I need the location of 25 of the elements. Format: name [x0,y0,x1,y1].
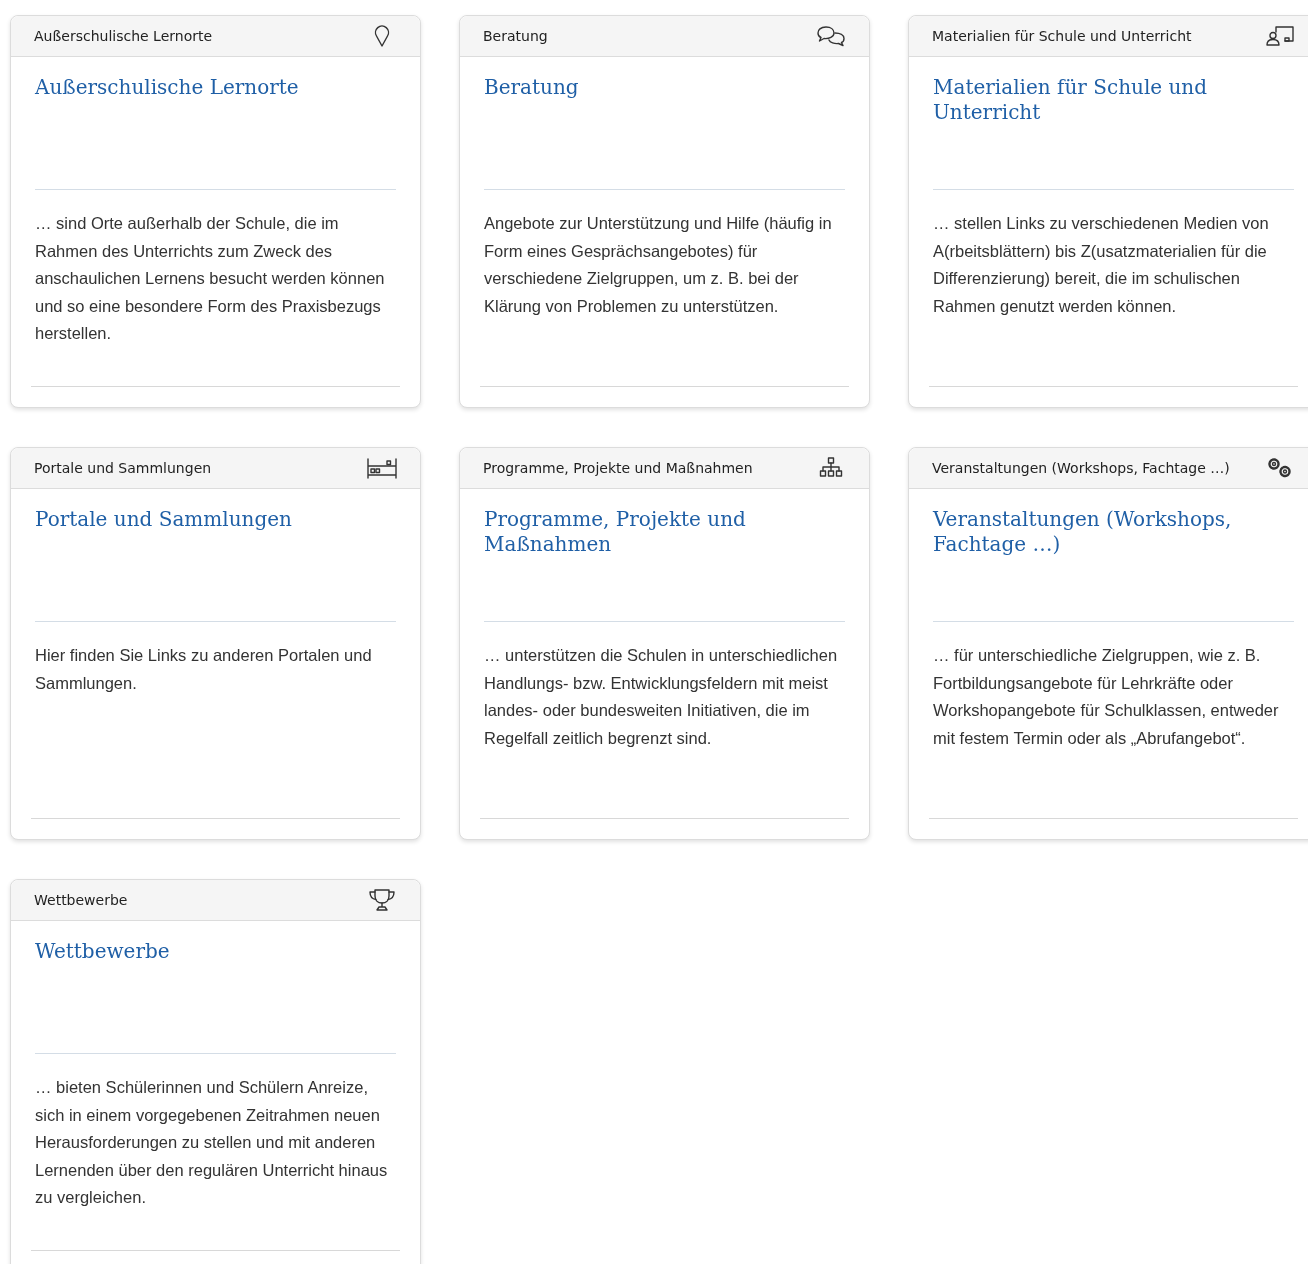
card-title-link[interactable]: Veranstaltungen (Workshops, Fachtage …) [933,507,1294,557]
card-category: Portale und Sammlungen [34,460,212,476]
card-category: Programme, Projekte und Maßnahmen [483,460,753,476]
card-description: … stellen Links zu verschiedenen Medien von A(rbeitsblättern) bis Z(usatzmaterialien für die Differenzierung) bereit, die im schulischen Rahmen genutzt werden können. [933,213,1270,317]
card-description: Hier finden Sie Links zu anderen Portalen und Sammlungen. [35,645,373,694]
person-at-board-icon [1264,23,1296,49]
card-title-link[interactable]: Wettbewerbe [35,939,170,964]
card-title-link[interactable]: Beratung [484,75,579,100]
card-category: Wettbewerbe [34,892,128,908]
card-category: Außerschulische Lernorte [34,28,213,44]
card-title-link[interactable]: Materialien für Schule und Unterricht [933,75,1294,125]
card-description: Angebote zur Unterstützung und Hilfe (häufig in Form eines Gesprächsangebotes) für verschiedene Zielgruppen, um z. B. bei der Klärung von Problemen zu unterstützen. [484,213,833,317]
speech-bubbles-icon [815,23,847,49]
card-title-link[interactable]: Portale und Sammlungen [35,507,292,532]
card-description: … sind Orte außerhalb der Schule, die im Rahmen des Unterrichts zum Zweck des anschaulichen Lernens besucht werden können und so eine besondere Form des Praxisbezugs herstellen. [35,213,386,344]
card-title-link[interactable]: Außerschulische Lernorte [35,75,299,100]
card-description: … unterstützen die Schulen in unterschiedlichen Handlungs- bzw. Entwicklungsfeldern mit meist landes- oder bundesweiten Initiativen, die im Regelfall zeitlich begrenzt sind. [484,645,839,749]
card-category: Materialien für Schule und Unterricht [932,28,1192,44]
card-category: Beratung [483,28,548,44]
card-description: … für unterschiedliche Zielgruppen, wie z. B. Fortbildungsangebote für Lehrkräfte oder Workshopangebote für Schulklassen, entweder mit festem Termin oder als „Abrufangebot“. [933,645,1280,749]
card-category: Veranstaltungen (Workshops, Fachtage …) [932,460,1230,476]
trophy-icon [366,887,398,913]
shelf-icon [366,455,398,481]
card-description: … bieten Schülerinnen und Schülern Anreize, sich in einem vorgegebenen Zeitrahmen neuen Herausforderungen zu stellen und mit anderen Lernenden über den regulären Unterricht hinaus zu vergleichen. [35,1077,389,1208]
card-title-link[interactable]: Programme, Projekte und Maßnahmen [484,507,845,557]
